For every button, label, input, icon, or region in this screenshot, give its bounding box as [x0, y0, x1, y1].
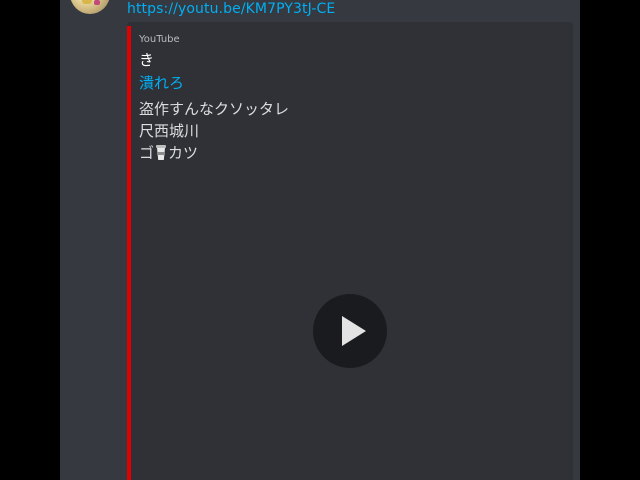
description-line-suffix: カツ [168, 144, 199, 162]
description-line: 尺西城川 [139, 122, 200, 140]
embed-description: 盗作すんなクソッタレ 尺西城川 ゴカツ [139, 98, 289, 164]
embed-author[interactable]: き [139, 49, 154, 70]
avatar-detail [82, 0, 92, 4]
chat-panel: https://youtu.be/KM7PY3tJ-CE YouTube き 潰… [60, 0, 580, 480]
description-line: ゴカツ [139, 142, 289, 164]
description-line-prefix: ゴ [139, 144, 155, 162]
avatar-detail [94, 0, 100, 5]
play-button[interactable] [313, 294, 387, 368]
embed-accent-bar [127, 26, 131, 480]
youtube-link[interactable]: https://youtu.be/KM7PY3tJ-CE [127, 1, 335, 17]
youtube-embed: YouTube き 潰れろ 盗作すんなクソッタレ 尺西城川 ゴカツ [127, 22, 573, 480]
embed-provider[interactable]: YouTube [139, 34, 180, 45]
avatar[interactable] [70, 0, 110, 14]
cup-emoji-icon [155, 145, 167, 160]
play-icon [342, 316, 366, 346]
embed-title[interactable]: 潰れろ [139, 72, 184, 93]
description-line: 盗作すんなクソッタレ [139, 100, 290, 118]
